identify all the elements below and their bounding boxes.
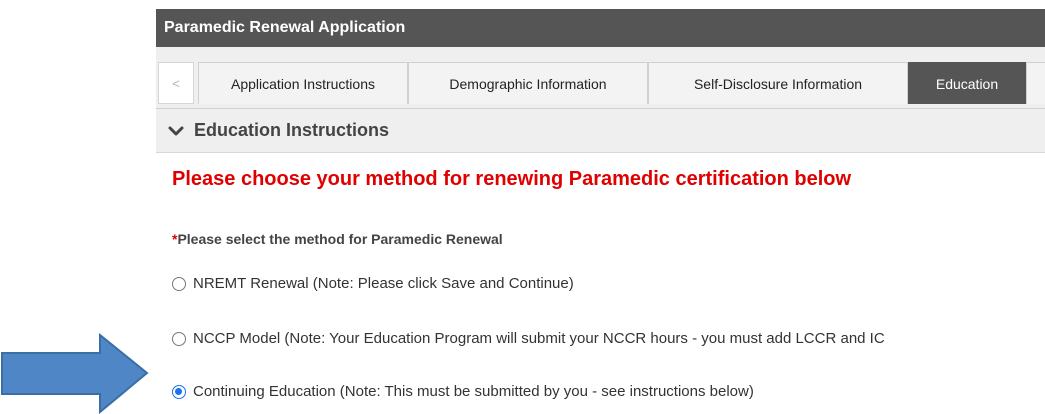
radio-nremt-renewal[interactable]	[172, 276, 186, 291]
chevron-left-icon: <	[172, 75, 180, 91]
renewal-method-label: *Please select the method for Paramedic …	[172, 231, 503, 247]
option-nremt-renewal[interactable]: NREMT Renewal (Note: Please click Save a…	[172, 275, 574, 292]
tab-next-partial[interactable]	[1026, 62, 1045, 104]
option-nccp-model[interactable]: NCCP Model (Note: Your Education Program…	[172, 330, 885, 347]
section-title: Education Instructions	[194, 120, 390, 140]
option-label: NREMT Renewal (Note: Please click Save a…	[193, 275, 574, 292]
option-label: NCCP Model (Note: Your Education Program…	[193, 330, 885, 347]
tab-self-disclosure-information[interactable]: Self-Disclosure Information	[648, 62, 908, 104]
tab-label: Demographic Information	[449, 75, 607, 92]
radio-nccp-model[interactable]	[172, 331, 186, 346]
tab-demographic-information[interactable]: Demographic Information	[408, 62, 648, 104]
tab-label: Self-Disclosure Information	[693, 75, 863, 92]
page-title: Paramedic Renewal Application	[156, 9, 1045, 47]
tab-label: Education	[935, 75, 999, 92]
arrow-right-icon	[1, 333, 149, 414]
tab-strip: < Application Instructions Demographic I…	[156, 47, 1045, 109]
renewal-method-heading: Please choose your method for renewing P…	[172, 168, 852, 190]
option-label: Continuing Education (Note: This must be…	[193, 383, 754, 400]
question-text: Please select the method for Paramedic R…	[177, 231, 503, 247]
education-instructions-header[interactable]: Education Instructions	[156, 109, 1045, 153]
tab-education[interactable]: Education	[908, 62, 1026, 104]
radio-continuing-education[interactable]	[172, 384, 186, 399]
option-continuing-education[interactable]: Continuing Education (Note: This must be…	[172, 383, 754, 400]
tab-scroll-left-button[interactable]: <	[158, 62, 194, 104]
tab-application-instructions[interactable]: Application Instructions	[198, 62, 408, 104]
chevron-down-icon	[168, 126, 184, 135]
tab-label: Application Instructions	[231, 75, 375, 92]
application-form: Paramedic Renewal Application < Applicat…	[156, 9, 1045, 414]
